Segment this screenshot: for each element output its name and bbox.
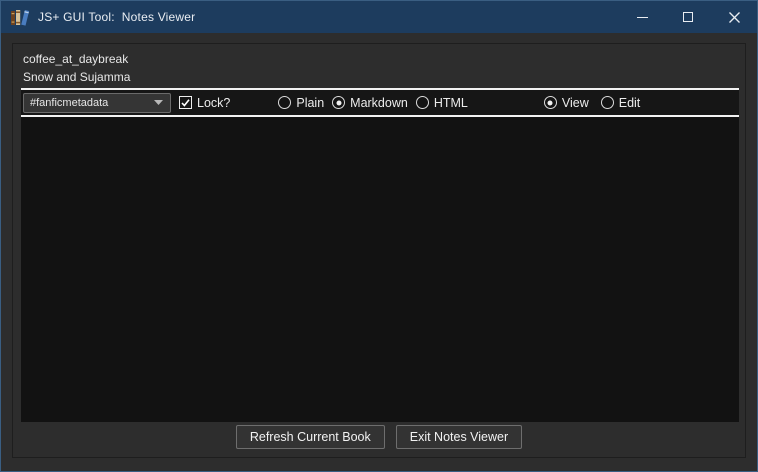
check-icon	[181, 98, 190, 107]
note-selector-value: #fanficmetadata	[30, 96, 109, 109]
checkbox-box	[179, 96, 192, 109]
radio-edit[interactable]: Edit	[600, 95, 641, 110]
note-content-viewer[interactable]	[21, 117, 739, 422]
radio-markdown-label: Markdown	[350, 95, 408, 110]
book-header: coffee_at_daybreak Snow and Sujamma	[13, 44, 745, 86]
chevron-down-icon	[154, 100, 163, 105]
radio-markdown[interactable]: Markdown	[332, 96, 408, 110]
notes-toolbar: #fanficmetadata Lock? Plain Markdown HTM…	[21, 90, 739, 115]
radio-html[interactable]: HTML	[415, 95, 468, 110]
radio-circle	[600, 96, 614, 109]
lock-checkbox-label: Lock?	[197, 95, 231, 110]
lock-checkbox[interactable]: Lock?	[179, 96, 230, 110]
minimize-button[interactable]	[619, 1, 665, 33]
close-button[interactable]	[711, 1, 757, 33]
radio-plain[interactable]: Plain	[278, 96, 324, 110]
radio-html-label: HTML	[433, 95, 468, 110]
radio-plain-label: Plain	[296, 95, 325, 110]
notes-panel: #fanficmetadata Lock? Plain Markdown HTM…	[21, 88, 739, 422]
radio-view[interactable]: View	[543, 95, 589, 110]
maximize-button[interactable]	[665, 1, 711, 33]
radio-circle	[543, 96, 557, 109]
radio-circle	[332, 96, 346, 109]
main-frame: coffee_at_daybreak Snow and Sujamma #fan…	[12, 43, 746, 458]
books-icon	[11, 9, 29, 26]
titlebar: JS+ GUI Tool: Notes Viewer	[1, 1, 757, 33]
book-author: Snow and Sujamma	[23, 70, 131, 84]
radio-circle	[415, 96, 429, 109]
radio-edit-label: Edit	[618, 95, 641, 110]
refresh-current-book-button[interactable]: Refresh Current Book	[235, 425, 385, 449]
exit-notes-viewer-button[interactable]: Exit Notes Viewer	[395, 425, 523, 449]
maximize-icon	[683, 12, 693, 22]
close-icon	[728, 11, 740, 23]
radio-circle	[278, 96, 292, 109]
window-controls	[619, 1, 757, 33]
app-window: JS+ GUI Tool: Notes Viewer coffee_at_day…	[0, 0, 758, 472]
footer-buttons: Refresh Current Book Exit Notes Viewer	[13, 425, 745, 449]
note-selector-dropdown[interactable]: #fanficmetadata	[23, 92, 171, 113]
window-title: JS+ GUI Tool: Notes Viewer	[38, 10, 196, 24]
minimize-icon	[636, 16, 648, 18]
book-title: coffee_at_daybreak	[23, 52, 129, 66]
radio-view-label: View	[561, 95, 589, 110]
